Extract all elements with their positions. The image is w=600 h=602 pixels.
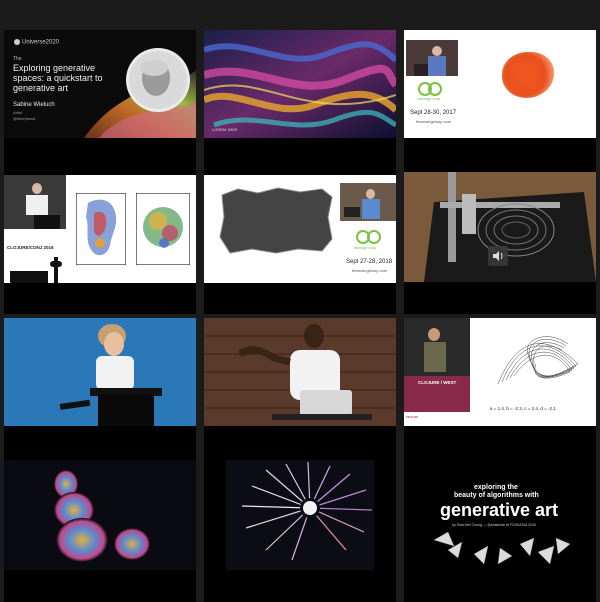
talk-subtitle-line-2: beauty of algorithms with — [454, 492, 539, 499]
talk-title: generative art — [440, 500, 559, 520]
ribbon-caption: LOREM JIM'S — [212, 127, 238, 132]
speaker-inset-video — [340, 183, 396, 221]
strangeloop-logo — [418, 82, 442, 96]
video-tile-universe-talk[interactable]: Universe2020 The Exploring generative sp… — [4, 30, 196, 172]
video-thumbnail — [4, 318, 196, 426]
video-tile-plotter-machine[interactable] — [404, 172, 596, 314]
speaker-role: Artist — [13, 110, 23, 115]
video-thumbnail: strange loop Sept 28-30, 2017 thestrange… — [404, 30, 596, 138]
attractor-formula: a = 1.4, b = -2.3, c = 2.4, d = -2.1 — [490, 406, 556, 411]
event-url: thestrangeloop.com — [352, 268, 388, 273]
event-dates: Sept 28-30, 2017 — [410, 110, 457, 116]
video-tile-strangeloop-2017[interactable]: strange loop Sept 28-30, 2017 thestrange… — [404, 30, 596, 172]
colorful-shape-art-2 — [136, 193, 190, 265]
video-grid: Universe2020 The Exploring generative sp… — [0, 0, 600, 602]
video-tile-clojure-west[interactable]: CLOJURE / WEST factual a = 1.4, b = -2.3… — [404, 318, 596, 460]
video-thumbnail — [204, 318, 396, 426]
talk-title-line-3: generative art — [13, 83, 69, 93]
sponsor-label: factual — [406, 414, 418, 419]
brick-wall-photo — [204, 318, 396, 426]
speaker-inset-video — [404, 318, 470, 376]
orange-blob-artwork — [502, 52, 554, 98]
radial-line-artwork — [241, 461, 373, 561]
video-tile-radial-lines[interactable] — [204, 460, 396, 602]
video-tile-speaker-blue-stage[interactable] — [4, 318, 196, 460]
speaker-inset-video — [406, 40, 458, 76]
ribbon-artwork — [204, 30, 396, 138]
video-thumbnail: CLOJURE / WEST factual a = 1.4, b = -2.3… — [404, 318, 596, 426]
logo-text: strange loop — [354, 245, 377, 250]
speaker-handle: @bleeptrack — [13, 116, 36, 121]
video-tile-speaker-brick-wall[interactable] — [204, 318, 396, 460]
speaker-name: Sabine Wieluch — [13, 102, 55, 108]
video-thumbnail: strange loop Sept 27-28, 2018 thestrange… — [204, 175, 396, 283]
video-tile-strangeloop-2018[interactable]: strange loop Sept 27-28, 2018 thestrange… — [204, 172, 396, 314]
grey-jagged-artwork — [219, 187, 333, 254]
event-name: CLOJURE / WEST — [418, 380, 457, 385]
event-dates: Sept 27-28, 2018 — [346, 259, 393, 265]
skyline-graphic — [6, 257, 66, 283]
volume-icon[interactable] — [488, 246, 508, 266]
event-name: CLOJURE/CONJ 2016 — [7, 245, 54, 250]
video-thumbnail: CLOJURE/CONJ 2016 — [4, 175, 196, 283]
github-icon — [14, 39, 20, 45]
talk-title-line-2: spaces: a quickstart to — [13, 73, 103, 83]
speaker-inset-video — [4, 175, 66, 229]
stage-photo — [4, 318, 196, 426]
video-thumbnail — [4, 460, 196, 570]
video-tile-clojure-conj-2016[interactable]: CLOJURE/CONJ 2016 — [4, 172, 196, 314]
video-thumbnail: Universe2020 The Exploring generative sp… — [4, 30, 196, 138]
video-thumbnail — [404, 172, 596, 282]
attractor-artwork — [497, 336, 579, 385]
video-tile-dot-blobs[interactable] — [4, 460, 196, 602]
talk-subtitle-line-1: exploring the — [474, 484, 518, 491]
event-url: thestrangeloop.com — [416, 119, 452, 124]
strangeloop-logo — [356, 230, 384, 244]
brand-label: Universe2020 — [14, 39, 59, 46]
video-thumbnail: exploring the beauty of algorithms with … — [404, 460, 596, 570]
video-tile-ribbon-art[interactable]: LOREM JIM'S — [204, 30, 396, 172]
talk-title-line-1: Exploring generative — [13, 63, 96, 73]
colorful-shape-art-1 — [76, 193, 126, 265]
dot-blob-artwork — [54, 470, 150, 562]
title-intro: The — [13, 56, 22, 62]
logo-text: strange loop — [418, 96, 441, 101]
polygon-artwork — [433, 531, 571, 565]
video-tile-fossasia-talk[interactable]: exploring the beauty of algorithms with … — [404, 460, 596, 602]
video-thumbnail — [226, 460, 374, 570]
video-thumbnail: LOREM JIM'S — [204, 30, 396, 138]
event-banner: CLOJURE / WEST — [404, 376, 470, 412]
